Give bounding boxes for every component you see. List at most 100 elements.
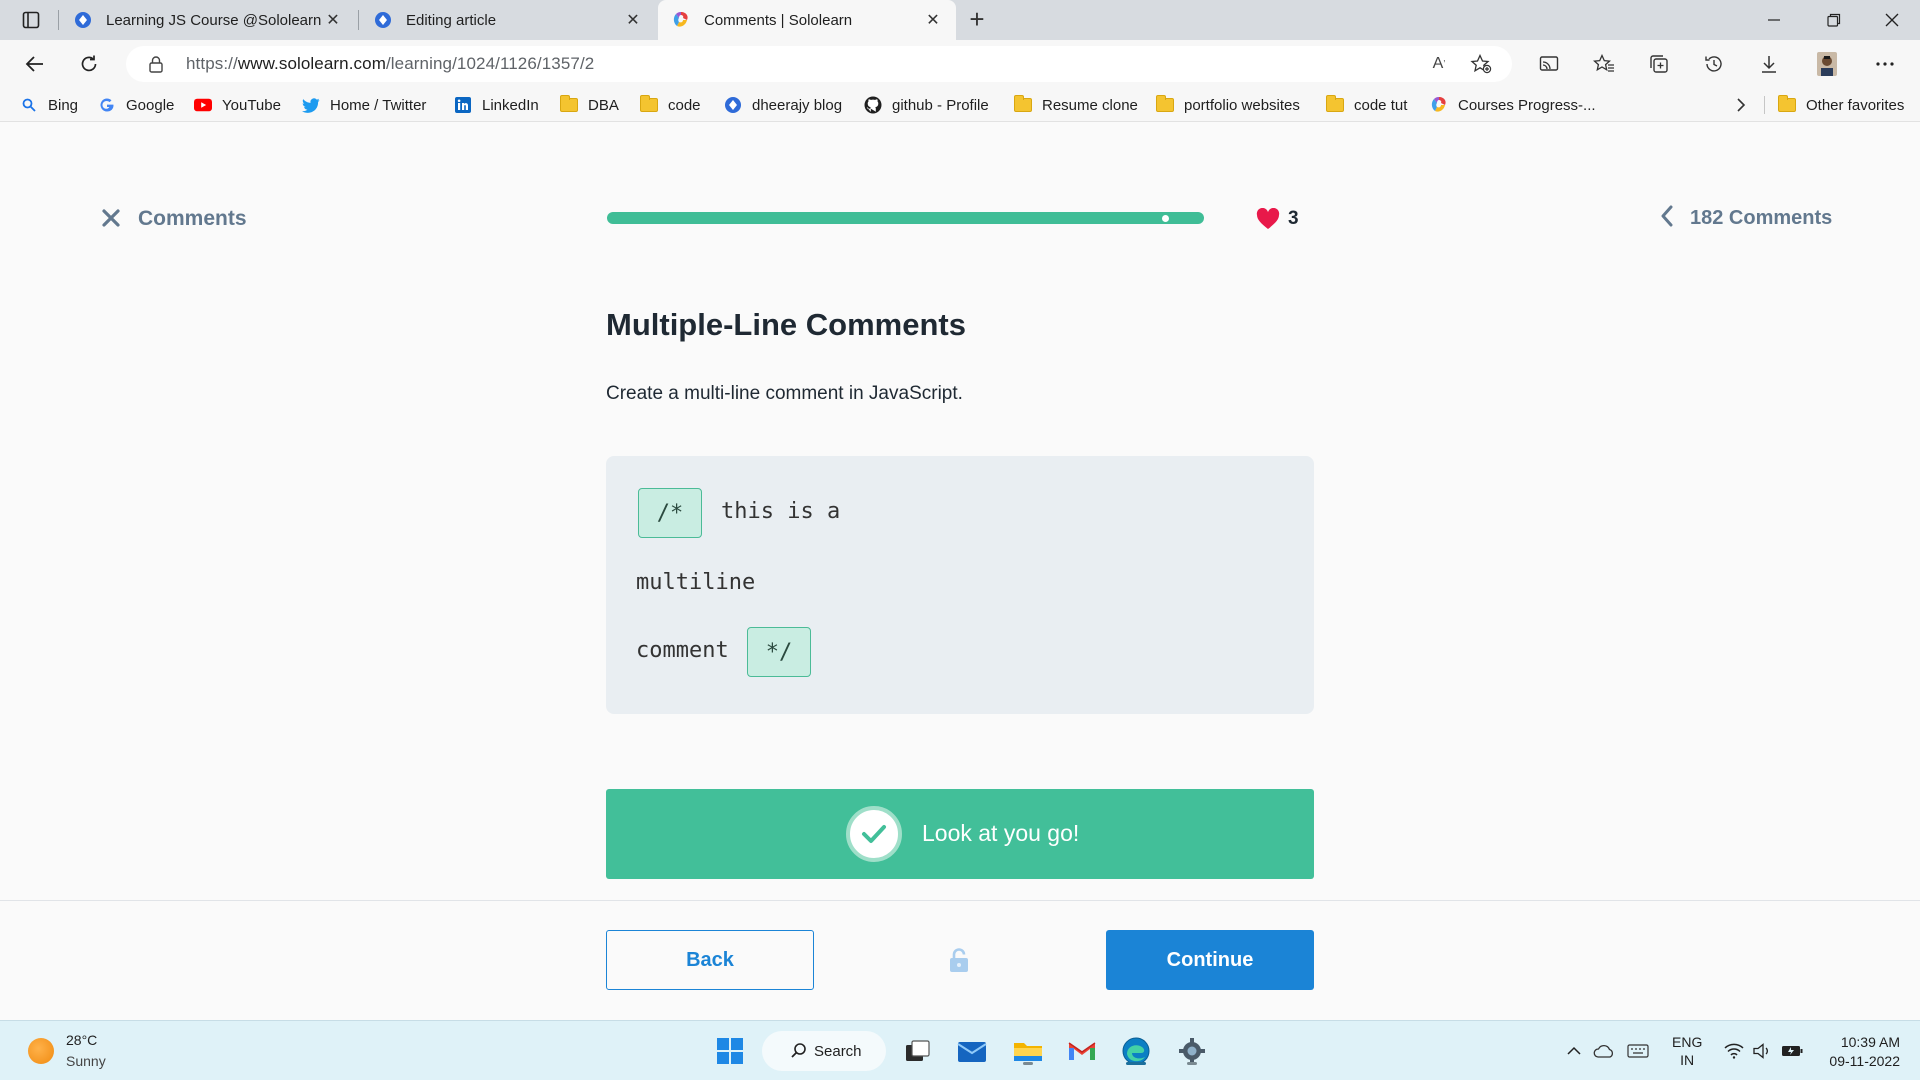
favorite-folder-code-tut[interactable]: code tut (1326, 94, 1407, 116)
tab-learning-js[interactable]: Learning JS Course @Sololearn - ✕ (60, 0, 356, 40)
folder-icon (1014, 95, 1032, 114)
settings-more-button[interactable] (1868, 48, 1902, 80)
favorites-overflow-button[interactable] (1736, 94, 1746, 116)
favorite-label: Google (126, 96, 175, 114)
start-button[interactable] (712, 1033, 748, 1069)
mail-app-button[interactable] (954, 1033, 990, 1069)
taskbar-search[interactable]: Search (762, 1031, 886, 1071)
favorites-star-icon (1593, 54, 1614, 72)
favorite-twitter[interactable]: Home / Twitter (302, 94, 426, 116)
favorite-folder-dba[interactable]: DBA (560, 94, 619, 116)
continue-button[interactable]: Continue (1106, 930, 1314, 990)
onedrive-icon[interactable] (1592, 1039, 1616, 1063)
downloads-button[interactable] (1752, 48, 1786, 80)
folder-icon (1156, 95, 1174, 114)
wifi-icon[interactable] (1722, 1039, 1746, 1063)
minimize-icon (1768, 19, 1780, 21)
volume-icon[interactable] (1750, 1039, 1774, 1063)
new-tab-button[interactable]: + (962, 6, 992, 34)
restore-icon (1827, 13, 1841, 27)
youtube-icon (194, 96, 212, 114)
favorite-folder-portfolio[interactable]: portfolio websites (1156, 94, 1300, 116)
weather-temperature[interactable]: 28°C (66, 1032, 97, 1048)
folder-icon (1014, 1043, 1042, 1061)
code-token-close-comment[interactable]: */ (747, 627, 811, 677)
tab-editing-article[interactable]: Editing article ✕ (360, 0, 656, 40)
read-aloud-icon[interactable]: Aʼ (1426, 52, 1452, 76)
favorite-bing[interactable]: Bing (20, 94, 78, 116)
collections-button[interactable] (1642, 48, 1676, 80)
add-favorite-icon[interactable] (1468, 52, 1494, 76)
folder-icon (1778, 95, 1796, 114)
browser-tab-strip: Learning JS Course @Sololearn - ✕ Editin… (0, 0, 1920, 40)
close-icon (1885, 13, 1899, 27)
close-icon[interactable]: ✕ (322, 9, 344, 31)
task-view-icon (906, 1040, 930, 1061)
battery-icon[interactable] (1780, 1039, 1804, 1063)
search-icon (20, 96, 38, 114)
sololearn-blue-icon (75, 12, 91, 28)
favorite-label: YouTube (222, 96, 281, 114)
back-button[interactable]: Back (606, 930, 814, 990)
profile-button[interactable] (1810, 48, 1844, 80)
favorite-google[interactable]: Google (98, 94, 174, 116)
search-label: Search (814, 1042, 862, 1060)
sun-icon[interactable] (28, 1038, 54, 1064)
code-token-open-comment[interactable]: /* (638, 488, 702, 538)
cast-button[interactable] (1532, 48, 1566, 80)
refresh-button[interactable] (72, 48, 106, 80)
weather-condition[interactable]: Sunny (66, 1053, 106, 1069)
other-favorites[interactable]: Other favorites (1778, 94, 1904, 116)
keyboard-icon[interactable] (1626, 1039, 1650, 1063)
favorite-label: LinkedIn (482, 96, 539, 114)
favorite-dheerajy-blog[interactable]: dheerajy blog (724, 94, 842, 116)
back-nav-button[interactable] (18, 48, 52, 80)
favorite-folder-resume-clone[interactable]: Resume clone (1014, 94, 1138, 116)
input-language[interactable]: ENG IN (1672, 1033, 1702, 1069)
system-clock[interactable]: 10:39 AM 09-11-2022 (1820, 1033, 1900, 1071)
close-window-button[interactable] (1864, 0, 1920, 40)
favorites-button[interactable] (1587, 48, 1621, 80)
show-hidden-icons-button[interactable] (1562, 1039, 1586, 1063)
restore-button[interactable] (1806, 0, 1862, 40)
history-icon (1705, 56, 1722, 72)
sololearn-icon (673, 12, 688, 27)
code-line-2: multiline (636, 570, 756, 595)
linkedin-icon (454, 96, 472, 114)
file-explorer-button[interactable] (1010, 1033, 1046, 1069)
favorites-divider (1764, 96, 1765, 114)
folder-icon (560, 95, 578, 114)
lock-icon[interactable] (146, 54, 166, 74)
chevron-left-icon[interactable] (1660, 205, 1674, 234)
mail-icon (957, 1042, 987, 1062)
gmail-app-button[interactable] (1064, 1033, 1100, 1069)
chevron-up-icon (1567, 1046, 1581, 1055)
settings-app-button[interactable] (1174, 1033, 1210, 1069)
history-button[interactable] (1697, 48, 1731, 80)
url-text: https://www.sololearn.com/learning/1024/… (186, 54, 595, 73)
close-icon[interactable]: ✕ (922, 9, 944, 31)
favorite-github-profile[interactable]: github - Profile (864, 94, 989, 116)
address-bar[interactable]: https://www.sololearn.com/learning/1024/… (126, 46, 1512, 82)
favorite-folder-code[interactable]: code (640, 94, 701, 116)
more-horizontal-icon (1876, 62, 1894, 66)
favorite-linkedin[interactable]: LinkedIn (454, 94, 539, 116)
arrow-left-icon (25, 56, 43, 72)
favorite-label: dheerajy blog (752, 96, 843, 114)
tab-actions-icon (22, 11, 40, 29)
tab-title: Editing article (406, 11, 497, 29)
tab-comments-sololearn[interactable]: Comments | Sololearn ✕ (658, 0, 956, 40)
edge-browser-button[interactable] (1118, 1033, 1154, 1069)
favorite-courses-progress[interactable]: Courses Progress-... (1430, 94, 1596, 116)
tab-actions-button[interactable] (14, 8, 48, 32)
minimize-button[interactable] (1746, 0, 1802, 40)
close-icon[interactable]: ✕ (622, 9, 644, 31)
comments-count-link[interactable]: 182 Comments (1690, 207, 1832, 230)
favorite-label: Bing (48, 96, 79, 114)
favorite-youtube[interactable]: YouTube (194, 94, 281, 116)
close-comments-button[interactable] (98, 205, 124, 231)
task-view-button[interactable] (900, 1033, 936, 1069)
lesson-title: Multiple-Line Comments (606, 307, 966, 342)
twitter-icon (302, 96, 320, 114)
github-icon (864, 96, 882, 114)
